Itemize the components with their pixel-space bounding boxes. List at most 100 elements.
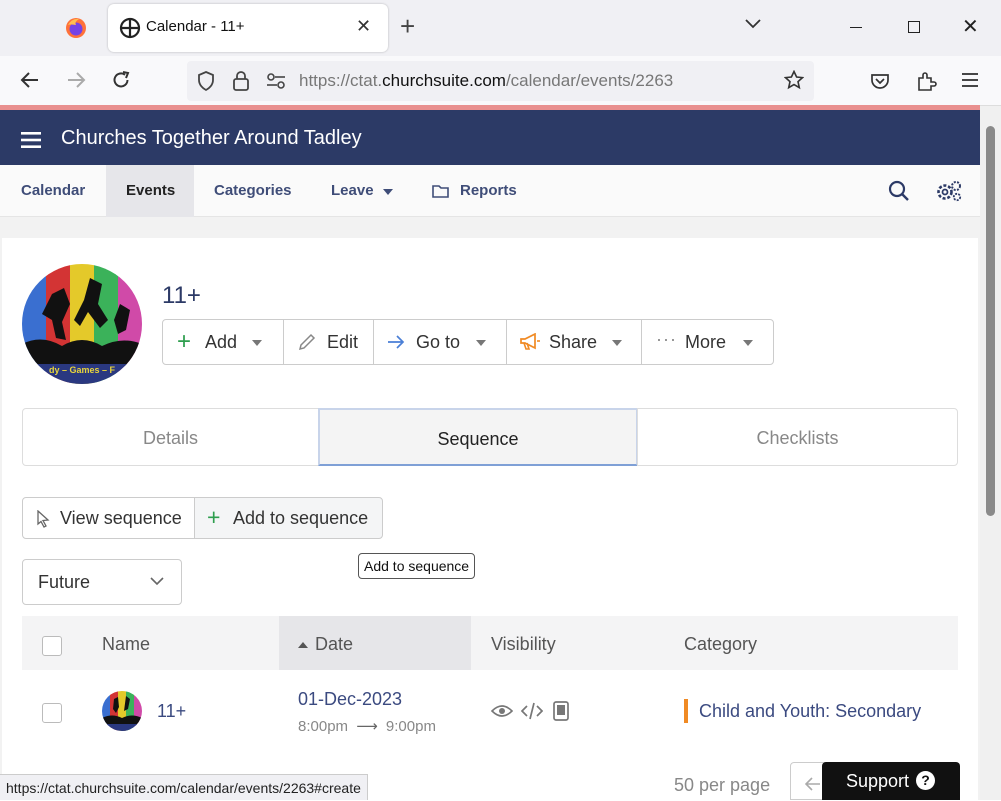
avatar-text: dy – Games – F — [48, 365, 116, 375]
share-caret-down-icon — [612, 340, 622, 346]
select-all-checkbox[interactable] — [42, 636, 62, 656]
add-to-sequence-button[interactable]: + Add to sequence — [194, 497, 383, 539]
url-text[interactable]: https://ctat.churchsuite.com/calendar/ev… — [299, 71, 673, 91]
extensions-icon[interactable] — [915, 70, 937, 92]
share-button[interactable]: Share — [506, 319, 642, 365]
header-name[interactable]: Name — [102, 634, 150, 655]
plus-icon: + — [207, 504, 221, 530]
maximize-icon[interactable] — [908, 21, 920, 33]
nav-events[interactable]: Events — [126, 165, 175, 217]
edit-button[interactable]: Edit — [283, 319, 374, 365]
plus-icon: + — [177, 328, 192, 355]
pointer-icon — [36, 510, 50, 528]
nav-leave[interactable]: Leave — [331, 165, 374, 217]
org-name[interactable]: Churches Together Around Tadley — [61, 127, 362, 150]
arrow-left-icon — [805, 777, 821, 791]
filter-select-value: Future — [38, 572, 91, 592]
search-icon[interactable] — [888, 180, 910, 202]
embed-code-icon — [521, 702, 543, 720]
new-tab-icon[interactable]: + — [400, 12, 415, 40]
permissions-icon[interactable] — [266, 72, 286, 90]
more-button[interactable]: ··· More — [641, 319, 774, 365]
tab-title: Calendar - 11+ — [146, 18, 245, 35]
tab-sequence[interactable]: Sequence — [318, 408, 638, 466]
goto-button-label: Go to — [416, 332, 461, 352]
leave-caret-down-icon[interactable] — [383, 189, 393, 195]
churchsuite-favicon-icon — [119, 17, 141, 39]
back-icon[interactable] — [20, 71, 40, 89]
tab-details[interactable]: Details — [22, 408, 319, 466]
event-avatar: dy – Games – F — [22, 264, 142, 384]
more-button-label: More — [685, 332, 727, 352]
view-sequence-button[interactable]: View sequence — [22, 497, 195, 539]
menu-icon[interactable] — [961, 73, 979, 87]
url-prefix: https://ctat. — [299, 71, 383, 90]
arrow-right-icon — [387, 334, 405, 350]
row-avatar — [102, 691, 142, 731]
url-bar[interactable]: https://ctat.churchsuite.com/calendar/ev… — [187, 61, 814, 101]
row-start-time: 8:00pm — [298, 718, 349, 735]
share-button-label: Share — [549, 332, 598, 352]
per-page-select[interactable]: 50 per page — [674, 775, 770, 796]
forward-icon[interactable] — [66, 71, 86, 89]
tablet-icon — [553, 701, 569, 721]
browser-tab-bar: Calendar - 11+ ✕ + ✕ — [0, 0, 1001, 56]
row-date-link[interactable]: 01-Dec-2023 — [298, 689, 402, 710]
chevron-down-icon — [150, 577, 164, 586]
add-button-label: Add — [205, 332, 238, 352]
more-caret-down-icon — [743, 340, 753, 346]
goto-button[interactable]: Go to — [373, 319, 507, 365]
tab-checklists[interactable]: Checklists — [637, 408, 958, 466]
view-sequence-label: View sequence — [60, 508, 182, 528]
tooltip: Add to sequence — [358, 553, 476, 579]
nav-reports[interactable]: Reports — [460, 165, 517, 217]
shield-icon[interactable] — [197, 71, 215, 91]
help-question-icon: ? — [916, 771, 935, 790]
firefox-icon[interactable] — [64, 16, 88, 40]
row-category-link[interactable]: Child and Youth: Secondary — [699, 701, 921, 722]
add-button[interactable]: + Add — [162, 319, 284, 365]
lock-icon[interactable] — [232, 70, 250, 92]
eye-icon — [491, 703, 513, 719]
row-checkbox[interactable] — [42, 703, 62, 723]
megaphone-icon — [519, 333, 541, 351]
module-nav: Calendar Events Categories Leave Reports — [0, 165, 980, 217]
nav-categories[interactable]: Categories — [214, 165, 292, 217]
row-name-link[interactable]: 11+ — [157, 701, 186, 722]
pocket-icon[interactable] — [870, 71, 890, 91]
window-close-icon[interactable]: ✕ — [962, 14, 979, 39]
header-visibility: Visibility — [491, 634, 556, 654]
header-category[interactable]: Category — [684, 634, 757, 655]
bookmark-star-icon[interactable] — [784, 70, 804, 90]
hamburger-icon[interactable] — [21, 131, 41, 149]
reload-icon[interactable] — [111, 70, 131, 90]
sort-asc-icon — [298, 642, 308, 648]
header-date[interactable]: Date — [315, 634, 353, 655]
status-url: https://ctat.churchsuite.com/calendar/ev… — [0, 774, 368, 800]
app-header: Churches Together Around Tadley — [0, 110, 980, 165]
url-domain: churchsuite.com — [382, 71, 506, 90]
ellipsis-icon: ··· — [656, 329, 677, 349]
event-title: 11+ — [162, 282, 201, 309]
close-tab-icon[interactable]: ✕ — [356, 16, 371, 37]
add-caret-down-icon — [252, 340, 262, 346]
minimize-icon[interactable] — [850, 27, 862, 28]
support-label: Support — [846, 771, 910, 791]
url-path: /calendar/events/2263 — [505, 71, 674, 90]
category-color-bar — [684, 699, 688, 723]
edit-button-label: Edit — [327, 332, 359, 352]
goto-caret-down-icon — [476, 340, 486, 346]
folder-icon — [432, 184, 450, 198]
row-end-time: 9:00pm — [385, 718, 436, 735]
settings-gear-icon[interactable] — [935, 179, 963, 203]
active-tab[interactable]: Calendar - 11+ ✕ — [108, 4, 388, 52]
row-time: 8:00pm ⟶ 9:00pm — [298, 717, 436, 735]
support-button[interactable]: Support ? — [822, 762, 960, 800]
add-to-sequence-label: Add to sequence — [233, 508, 369, 528]
filter-select[interactable]: Future — [22, 559, 182, 605]
row-time-arrow: ⟶ — [356, 718, 378, 735]
nav-calendar[interactable]: Calendar — [21, 165, 85, 217]
table-header — [22, 616, 958, 670]
page-scrollbar-thumb[interactable] — [986, 126, 995, 516]
tab-list-chevron-down-icon[interactable] — [744, 18, 762, 30]
